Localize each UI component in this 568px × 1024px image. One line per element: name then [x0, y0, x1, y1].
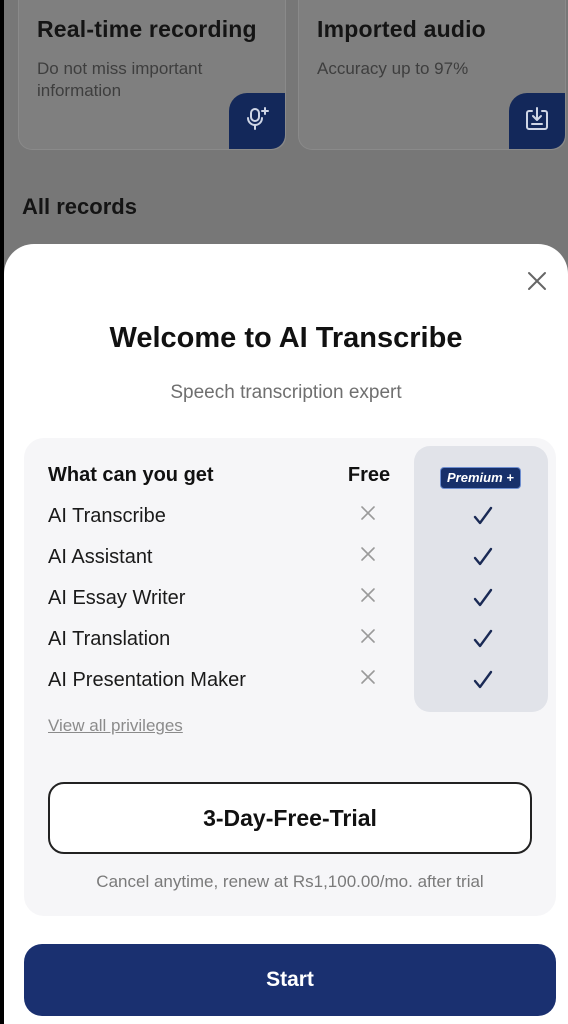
feature-label: AI Translation — [48, 628, 171, 650]
real-time-recording-card[interactable]: Real-time recording Do not miss importan… — [18, 0, 286, 150]
feature-label: AI Essay Writer — [48, 587, 186, 609]
welcome-sheet: Welcome to AI Transcribe Speech transcri… — [4, 244, 568, 1024]
premium-badge: Premium + — [440, 467, 521, 489]
header-free-label: Free — [347, 464, 391, 486]
start-button[interactable]: Start — [24, 944, 556, 1016]
table-row: AI Transcribe — [24, 497, 556, 538]
renewal-note: Cancel anytime, renew at Rs1,100.00/mo. … — [96, 872, 484, 891]
card-subtitle: Do not miss important information — [37, 59, 203, 100]
close-icon — [526, 270, 548, 297]
imported-audio-card[interactable]: Imported audio Accuracy up to 97% — [298, 0, 566, 150]
card-title: Imported audio — [317, 16, 486, 42]
app-screen: Real-time recording Do not miss importan… — [4, 0, 568, 1024]
import-icon — [523, 105, 551, 138]
all-records-heading: All records — [22, 194, 137, 219]
cross-icon — [356, 587, 380, 608]
cross-icon — [356, 546, 380, 567]
check-icon — [470, 669, 496, 696]
check-icon — [470, 628, 496, 655]
record-button[interactable] — [229, 93, 285, 149]
table-row: AI Essay Writer — [24, 579, 556, 620]
cross-icon — [356, 505, 380, 526]
close-button[interactable] — [522, 268, 552, 298]
plans-panel: What can you get Free Premium + AI Trans… — [24, 438, 556, 916]
sheet-title: Welcome to AI Transcribe — [109, 322, 463, 354]
check-icon — [470, 505, 496, 532]
card-title: Real-time recording — [37, 16, 257, 42]
view-all-privileges-link[interactable]: View all privileges — [48, 716, 183, 736]
table-row: AI Translation — [24, 620, 556, 661]
feature-label: AI Transcribe — [48, 505, 166, 527]
card-subtitle: Accuracy up to 97% — [317, 59, 469, 78]
cross-icon — [356, 628, 380, 649]
free-trial-button[interactable]: 3-Day-Free-Trial — [48, 782, 532, 854]
feature-label: AI Assistant — [48, 546, 153, 568]
cross-icon — [356, 669, 380, 690]
check-icon — [470, 546, 496, 573]
table-row: AI Assistant — [24, 538, 556, 579]
import-button[interactable] — [509, 93, 565, 149]
check-icon — [470, 587, 496, 614]
header-feature-label: What can you get — [48, 464, 214, 486]
table-row: AI Presentation Maker — [24, 661, 556, 702]
sheet-subtitle: Speech transcription expert — [170, 382, 402, 403]
feature-label: AI Presentation Maker — [48, 669, 246, 691]
microphone-add-icon — [243, 105, 271, 138]
comparison-header: What can you get Free Premium + — [24, 456, 556, 497]
